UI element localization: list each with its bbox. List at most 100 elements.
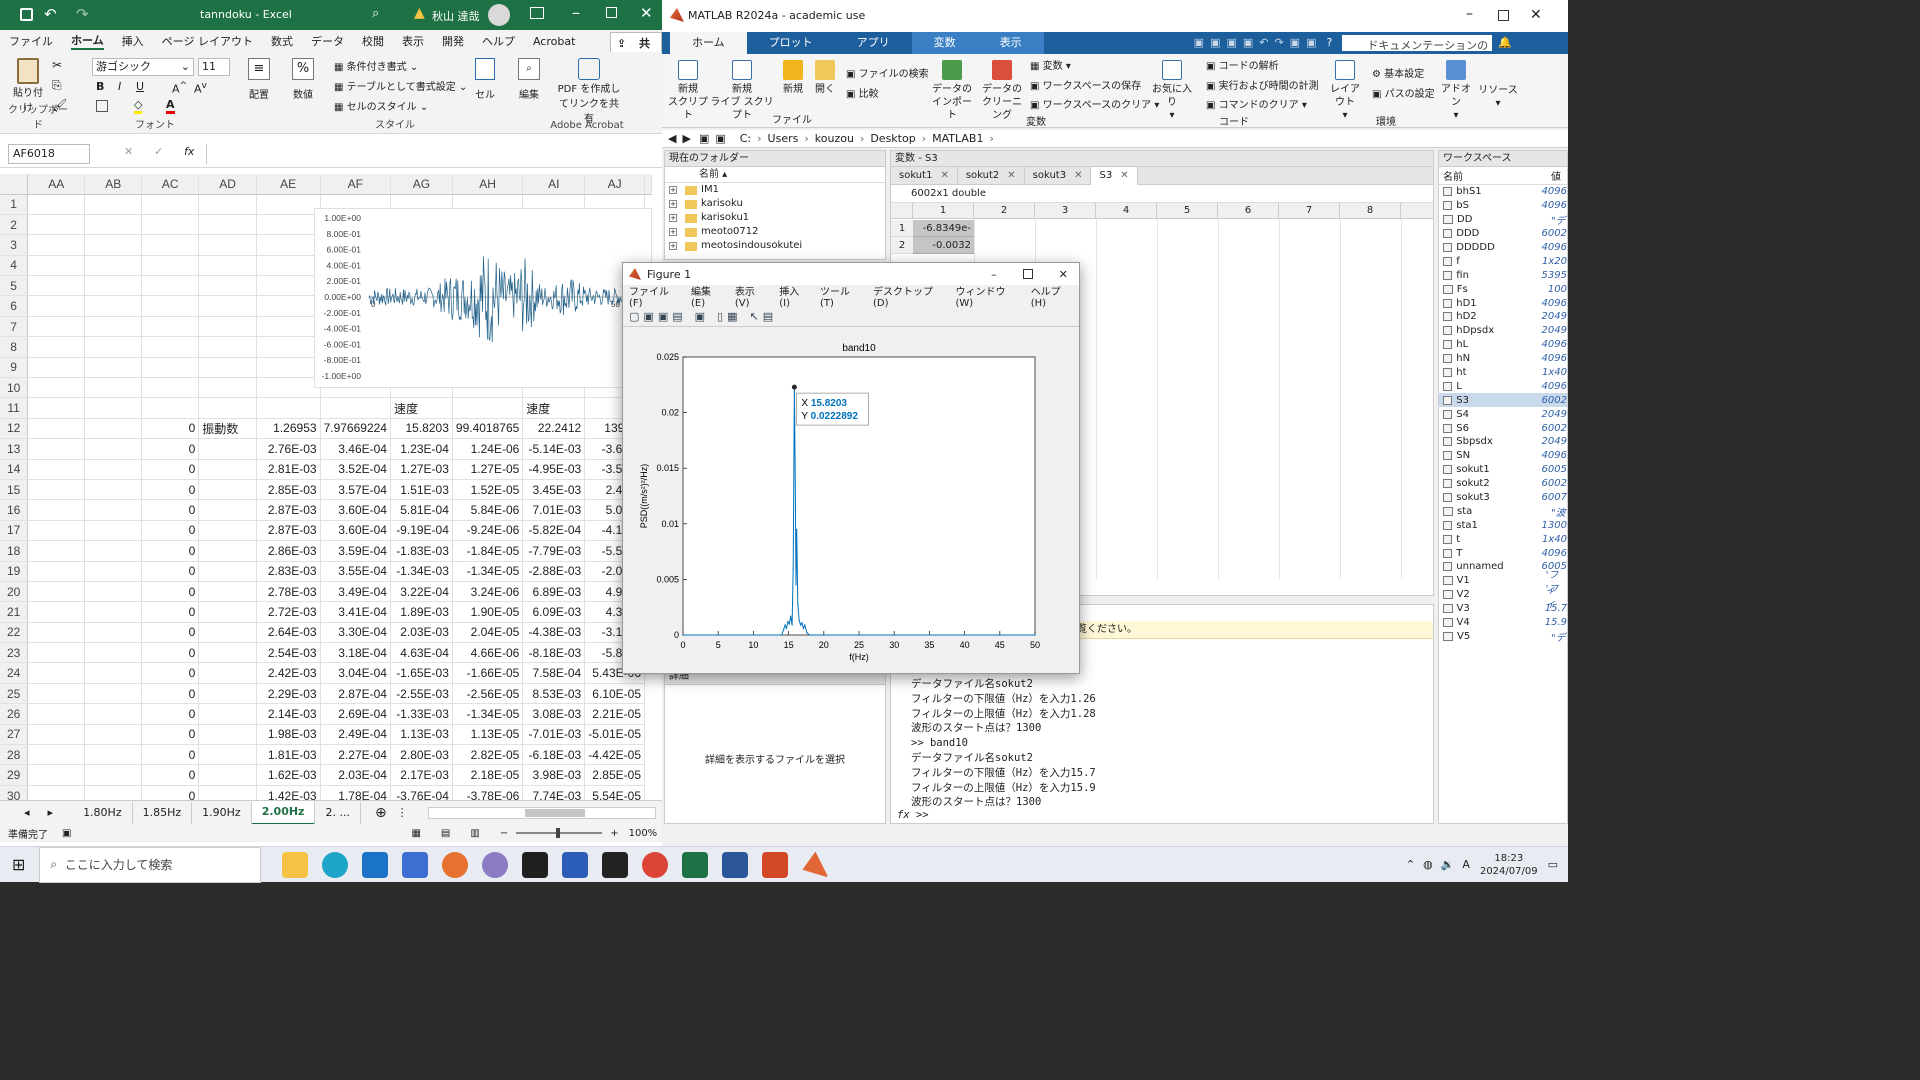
chrome-icon[interactable] <box>642 851 669 878</box>
cell[interactable] <box>198 459 257 480</box>
list-item[interactable]: t 1x40 <box>1439 532 1567 546</box>
row-header[interactable]: 10 <box>0 377 29 399</box>
cell[interactable] <box>27 703 86 725</box>
open-file-icon[interactable]: ▣ <box>643 310 657 323</box>
cell[interactable]: -1.34E-05 <box>452 561 524 582</box>
name-box[interactable]: AF6018 <box>8 144 90 164</box>
cell[interactable]: 2.03E-04 <box>320 764 391 786</box>
cell[interactable] <box>84 581 143 603</box>
add-sheet-icon[interactable]: ⊕ <box>375 805 387 821</box>
row-header[interactable]: 29 <box>0 764 29 786</box>
cell[interactable]: 速度 <box>390 397 453 419</box>
column-header[interactable]: AE <box>256 174 321 195</box>
cell[interactable]: 2.14E-03 <box>256 703 321 725</box>
powerpoint-icon[interactable] <box>762 851 789 878</box>
column-header[interactable]: 8 <box>1340 203 1401 219</box>
cell[interactable] <box>141 275 200 297</box>
cell[interactable] <box>198 316 257 338</box>
list-item[interactable]: hL 4096 <box>1439 338 1567 352</box>
list-item[interactable]: S4 2049 <box>1439 407 1567 421</box>
row-header[interactable]: 30 <box>0 785 29 800</box>
cell[interactable]: -9.24E-06 <box>452 520 524 542</box>
cell[interactable]: 6.89E-03 <box>522 581 586 603</box>
formula-input[interactable] <box>206 144 652 164</box>
cell[interactable]: 0 <box>141 785 200 800</box>
cell[interactable] <box>198 764 257 786</box>
cell[interactable] <box>84 622 143 644</box>
variable-button[interactable]: ▦ 変数 ▾ <box>1030 60 1071 73</box>
column-header[interactable]: AC <box>141 174 200 195</box>
cell[interactable] <box>141 234 200 256</box>
breadcrumb-item[interactable]: Users <box>768 132 799 145</box>
list-item[interactable]: sta1 1300 <box>1439 518 1567 532</box>
save-icon[interactable] <box>20 8 33 21</box>
cell[interactable] <box>27 397 86 419</box>
cell[interactable]: -6.18E-03 <box>522 744 586 766</box>
row-header[interactable]: 23 <box>0 642 29 664</box>
close-icon[interactable]: ✕ <box>1120 170 1128 181</box>
column-header[interactable]: AH <box>452 174 524 195</box>
cell[interactable]: 0 <box>141 561 200 582</box>
cell[interactable]: 2.85E-03 <box>256 479 321 501</box>
row-header[interactable]: 19 <box>0 561 29 582</box>
cell[interactable]: 2.81E-03 <box>256 459 321 480</box>
breadcrumb-item[interactable]: kouzou <box>815 132 854 145</box>
cell[interactable] <box>198 601 257 623</box>
cell[interactable]: 0 <box>141 642 200 664</box>
cell[interactable] <box>27 295 86 317</box>
cell[interactable] <box>84 724 143 746</box>
cell[interactable] <box>27 785 86 800</box>
cell[interactable]: 0 <box>141 581 200 603</box>
list-item[interactable]: bhS1 4096 <box>1439 185 1567 199</box>
settings-icon[interactable] <box>482 851 509 878</box>
close-icon[interactable]: ✕ <box>1007 170 1015 181</box>
font-color-icon[interactable]: A <box>166 98 175 114</box>
tab-variable[interactable]: S3 ✕ <box>1091 166 1138 185</box>
row-header[interactable]: 21 <box>0 601 29 623</box>
cell[interactable]: -8.18E-03 <box>522 642 586 664</box>
list-item[interactable]: ht 1x40 <box>1439 366 1567 380</box>
cell[interactable] <box>84 662 143 684</box>
cell[interactable]: -9.19E-04 <box>390 520 453 542</box>
network-icon[interactable]: ◍ <box>1423 858 1433 871</box>
cell[interactable] <box>198 357 257 379</box>
cell[interactable]: -1.66E-05 <box>452 662 524 684</box>
expand-icon[interactable]: + <box>669 200 677 208</box>
cmd-icon[interactable] <box>602 851 629 878</box>
column-header[interactable]: 2 <box>974 203 1035 219</box>
cell[interactable]: 振動数 <box>198 418 257 440</box>
psd-chart[interactable]: band10 0 5 10 15 20 25 30 35 40 45 50 0 0.005 0.01 0.01… <box>623 327 1079 667</box>
cell[interactable] <box>141 377 200 399</box>
list-item[interactable]: + karisoku <box>665 197 885 211</box>
row-header[interactable]: 16 <box>0 499 29 521</box>
menu-home[interactable]: ホーム <box>71 32 104 50</box>
search-icon[interactable]: ⌕ <box>372 6 379 21</box>
save-workspace-button[interactable]: ▣ ワークスペースの保存 <box>1030 80 1141 93</box>
sheet-tab[interactable]: 2. ... <box>315 801 361 824</box>
menu-review[interactable]: 校閲 <box>362 33 384 49</box>
cell[interactable]: 3.46E-04 <box>320 438 391 460</box>
list-item[interactable]: SN 4096 <box>1439 449 1567 463</box>
cell[interactable] <box>27 520 86 542</box>
maximize-icon[interactable] <box>1498 10 1509 21</box>
menu-data[interactable]: データ <box>311 33 344 49</box>
resources-button[interactable]: リソース ▾ <box>1478 84 1518 110</box>
cell[interactable] <box>27 540 86 562</box>
zoom-out-icon[interactable]: − <box>500 828 508 839</box>
close-icon[interactable]: ✕ <box>640 4 653 22</box>
cell[interactable]: 2.69E-04 <box>320 703 391 725</box>
cell[interactable] <box>198 724 257 746</box>
cell[interactable] <box>198 662 257 684</box>
cell[interactable]: 2.80E-03 <box>390 744 453 766</box>
cell[interactable] <box>198 520 257 542</box>
list-item[interactable]: bS 4096 <box>1439 199 1567 213</box>
cell[interactable]: 3.22E-04 <box>390 581 453 603</box>
menu-developer[interactable]: 開発 <box>442 33 464 49</box>
cell[interactable] <box>141 357 200 379</box>
cell[interactable]: 22.2412 <box>522 418 586 440</box>
cell-style-button[interactable]: ▦ セルのスタイル ⌄ <box>334 98 428 113</box>
cell[interactable]: -1.34E-05 <box>452 703 524 725</box>
more-icon[interactable]: ⋮ <box>397 806 408 819</box>
maximize-icon[interactable] <box>606 7 617 18</box>
cell[interactable]: -1.33E-03 <box>390 703 453 725</box>
